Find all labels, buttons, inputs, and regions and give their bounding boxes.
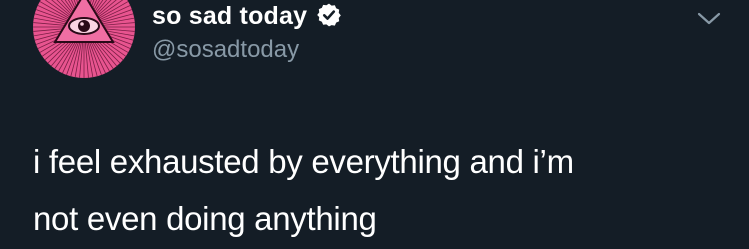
- tweet-text-line: i feel exhausted by everything and i’m: [33, 143, 574, 180]
- author-name-row: so sad today: [152, 0, 342, 32]
- chevron-down-icon[interactable]: [694, 6, 724, 30]
- author-handle[interactable]: @sosadtoday: [152, 36, 299, 64]
- eye-triangle-sunburst-icon: [33, 0, 135, 78]
- tweet-text: i feel exhausted by everything and i’m n…: [33, 133, 733, 247]
- tweet-text-line: not even doing anything: [33, 200, 377, 237]
- verified-badge-icon: [317, 3, 342, 27]
- avatar[interactable]: [33, 0, 135, 78]
- display-name[interactable]: so sad today: [152, 2, 307, 31]
- tweet-card: so sad today @sosadtoday i feel exhauste…: [0, 0, 749, 249]
